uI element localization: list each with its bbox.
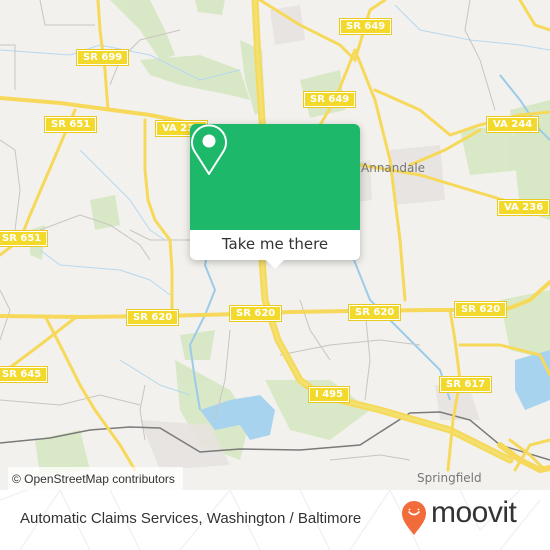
moovit-pin-icon xyxy=(402,501,426,535)
route-shield-sr-645: SR 645 xyxy=(0,366,49,383)
moovit-logo[interactable]: moovit xyxy=(400,496,550,545)
moovit-wordmark: moovit xyxy=(431,496,517,529)
popup-pointer xyxy=(266,260,284,269)
map-pin-icon xyxy=(191,124,227,175)
place-label-springfield: Springfield xyxy=(417,471,482,485)
route-shield-va-244: VA 244 xyxy=(485,116,540,133)
route-shield-sr-649: SR 649 xyxy=(302,91,357,108)
map-attribution[interactable]: © OpenStreetMap contributors xyxy=(8,467,183,490)
route-shield-sr-699: SR 699 xyxy=(75,49,130,66)
route-shield-sr-620: SR 620 xyxy=(453,301,508,318)
location-popup: Take me there xyxy=(190,124,360,269)
route-shield-sr-651: SR 651 xyxy=(0,230,49,247)
route-shield-sr-617: SR 617 xyxy=(438,376,493,393)
route-shield-sr-649: SR 649 xyxy=(338,18,393,35)
route-shield-va-236: VA 236 xyxy=(496,199,550,216)
map[interactable]: SR 649 SR 699 SR 649 SR 651 VA 236 VA 24… xyxy=(0,0,550,490)
place-label-annandale: Annandale xyxy=(361,161,426,175)
route-shield-sr-620: SR 620 xyxy=(347,304,402,321)
popup-header xyxy=(190,124,360,230)
take-me-there-button[interactable]: Take me there xyxy=(190,230,360,260)
route-shield-sr-651: SR 651 xyxy=(43,116,98,133)
route-shield-sr-620: SR 620 xyxy=(228,305,283,322)
location-title: Automatic Claims Services, Washington / … xyxy=(20,510,362,527)
route-shield-i-495: I 495 xyxy=(307,386,351,403)
route-shield-sr-620: SR 620 xyxy=(125,309,180,326)
